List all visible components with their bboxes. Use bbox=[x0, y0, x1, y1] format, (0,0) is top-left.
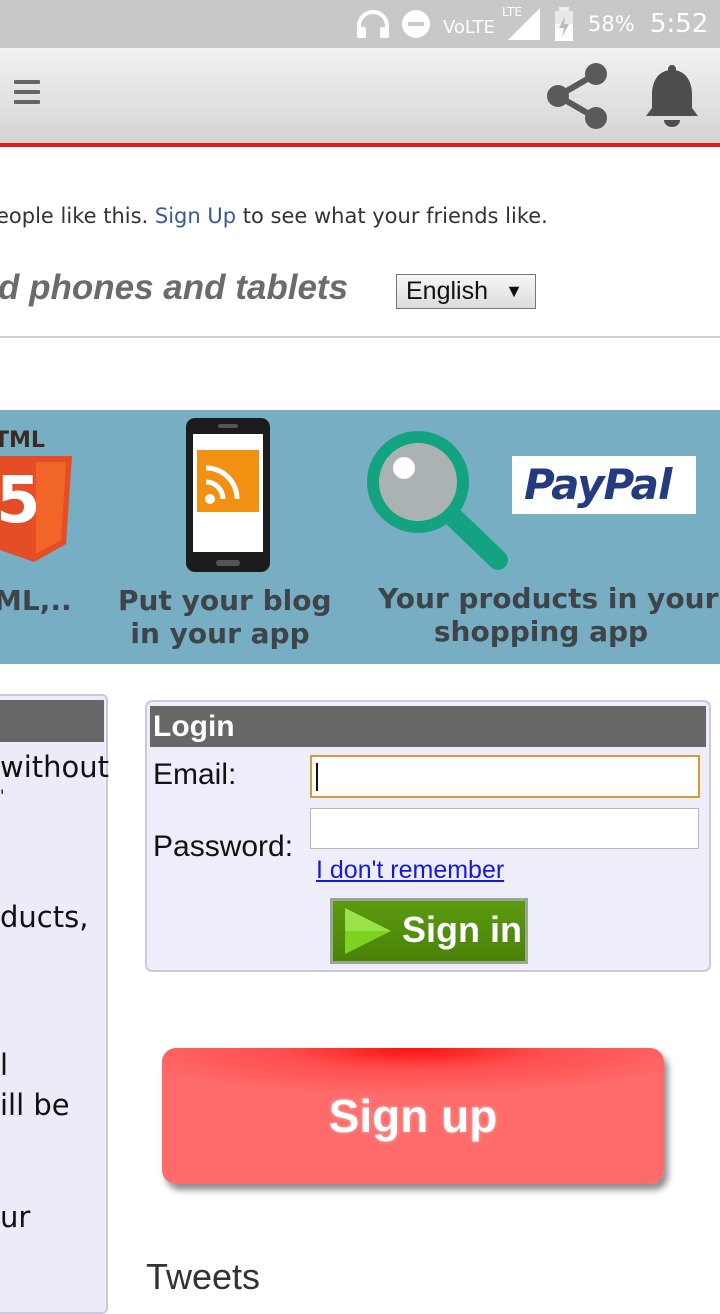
facebook-signup-link[interactable]: Sign Up bbox=[155, 204, 236, 228]
clock: 5:52 bbox=[650, 9, 709, 39]
magnifier-icon bbox=[366, 430, 510, 575]
sign-in-button[interactable]: Sign in bbox=[330, 898, 528, 964]
password-field[interactable] bbox=[310, 808, 699, 849]
promo-banner[interactable]: TML 5 ML,.. Put your blog in your app Pa… bbox=[0, 410, 720, 664]
login-title: Login bbox=[150, 706, 706, 747]
bell-icon[interactable] bbox=[640, 64, 704, 135]
features-panel-header bbox=[0, 700, 104, 742]
features-text-line: ill be bbox=[0, 1088, 70, 1122]
paypal-logo-text: PayPal bbox=[524, 460, 672, 509]
password-label: Password: bbox=[153, 830, 294, 863]
battery-percent: 58% bbox=[588, 12, 635, 36]
features-text-line: ur bbox=[0, 1200, 31, 1234]
facebook-like-text: eople like this. Sign Up to see what you… bbox=[0, 204, 548, 228]
email-field[interactable] bbox=[310, 755, 700, 798]
phone-rss-icon bbox=[184, 416, 274, 581]
banner-caption-blog-line1: Put your blog bbox=[118, 584, 332, 617]
do-not-disturb-icon bbox=[400, 0, 432, 48]
battery-charging-icon bbox=[552, 0, 576, 48]
language-select[interactable]: English ▼ bbox=[396, 274, 536, 309]
signal-icon bbox=[506, 0, 542, 48]
forgot-password-link[interactable]: I don't remember bbox=[316, 856, 504, 885]
features-text-line: ducts, bbox=[0, 900, 89, 934]
page-headline: d phones and tablets bbox=[0, 268, 349, 307]
html5-logo-digit: 5 bbox=[0, 464, 41, 538]
play-arrow-icon bbox=[345, 908, 391, 954]
status-bar: VoLTE LTE 58% 5:52 bbox=[0, 0, 720, 48]
divider bbox=[0, 336, 720, 338]
banner-caption-products-line2: shopping app bbox=[433, 615, 649, 648]
features-text-line: without bbox=[0, 750, 110, 784]
banner-caption-blog: Put your blog in your app bbox=[118, 584, 332, 650]
paypal-logo: PayPal bbox=[512, 456, 696, 514]
sign-in-label: Sign in bbox=[402, 909, 522, 950]
text-cursor bbox=[316, 763, 318, 791]
features-text-line: l bbox=[0, 1048, 9, 1082]
menu-icon[interactable] bbox=[14, 74, 40, 110]
sign-up-button[interactable]: Sign up bbox=[162, 1048, 664, 1184]
social-suffix: to see what your friends like. bbox=[242, 204, 548, 228]
banner-caption-blog-line2: in your app bbox=[130, 617, 310, 650]
tweets-heading: Tweets bbox=[146, 1256, 261, 1297]
banner-caption-products: Your products in your shopping app bbox=[378, 582, 719, 648]
social-prefix: eople like this. bbox=[0, 204, 149, 228]
headphones-icon bbox=[354, 0, 392, 48]
language-selected: English bbox=[406, 277, 488, 305]
share-icon[interactable] bbox=[540, 60, 614, 137]
app-toolbar bbox=[0, 48, 720, 144]
chevron-down-icon: ▼ bbox=[505, 281, 523, 301]
toolbar-accent-line bbox=[0, 143, 720, 147]
features-text-line: ' bbox=[0, 786, 5, 805]
html5-logo-label: TML bbox=[0, 428, 45, 453]
email-label: Email: bbox=[153, 758, 237, 791]
banner-caption-products-line1: Your products in your bbox=[378, 582, 719, 615]
network-label: VoLTE bbox=[443, 17, 495, 38]
banner-caption-html: ML,.. bbox=[0, 584, 72, 617]
